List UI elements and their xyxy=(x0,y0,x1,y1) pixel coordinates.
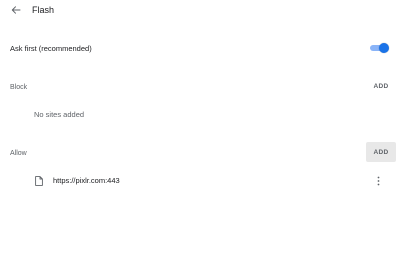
allowed-site-row[interactable]: https://pixlr.com:443 xyxy=(0,171,400,191)
more-vert-icon xyxy=(377,176,379,186)
ask-first-label: Ask first (recommended) xyxy=(10,44,92,53)
ask-first-toggle[interactable] xyxy=(370,43,389,53)
page-title: Flash xyxy=(32,5,55,15)
allow-section-label: Allow xyxy=(10,150,27,157)
flash-settings-page: Flash Ask first (recommended) Block ADD … xyxy=(0,0,400,273)
block-add-button[interactable]: ADD xyxy=(366,79,396,93)
block-empty-text: No sites added xyxy=(34,110,85,119)
back-button[interactable] xyxy=(9,3,23,17)
site-url: https://pixlr.com:443 xyxy=(53,176,120,185)
allow-add-button[interactable]: ADD xyxy=(366,142,396,162)
site-more-button[interactable] xyxy=(372,174,384,188)
toggle-knob xyxy=(379,43,389,53)
arrow-left-icon xyxy=(11,6,21,14)
block-section-label: Block xyxy=(10,84,28,91)
file-icon xyxy=(35,176,43,186)
page-header: Flash xyxy=(0,0,400,20)
